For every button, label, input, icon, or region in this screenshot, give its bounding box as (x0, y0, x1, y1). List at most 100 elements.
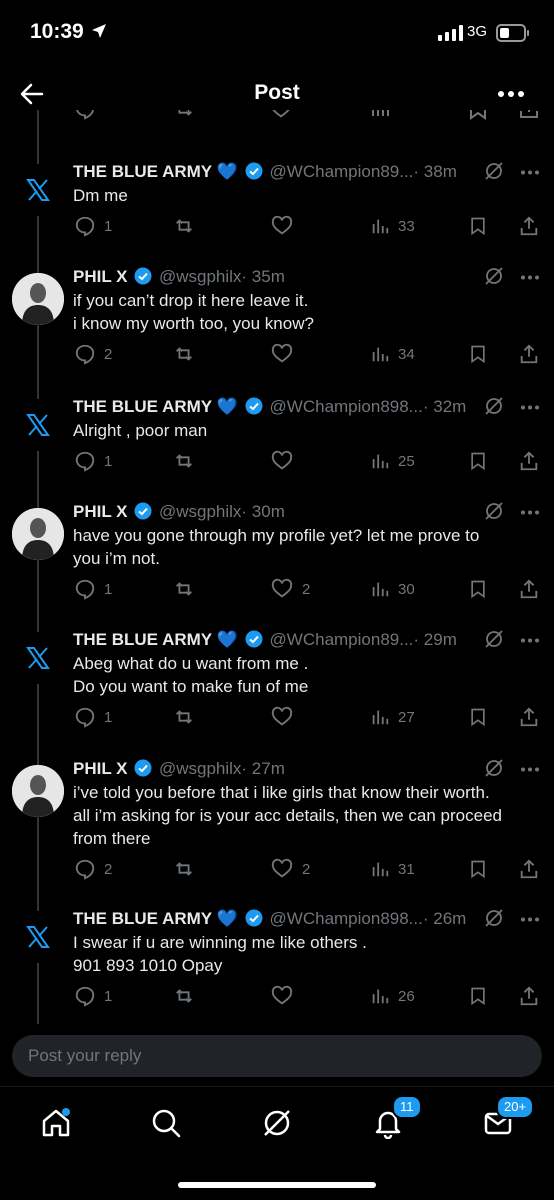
verified-badge-icon (134, 502, 152, 520)
author-handle[interactable]: @WChampion898... (270, 909, 423, 928)
repost-button[interactable] (172, 450, 204, 472)
like-button[interactable] (270, 706, 302, 728)
author-handle[interactable]: @WChampion89... (270, 630, 414, 649)
bookmark-button[interactable] (468, 578, 488, 600)
avatar[interactable] (12, 765, 64, 817)
grok-icon[interactable] (484, 161, 504, 181)
author-name[interactable]: PHIL X (73, 759, 127, 778)
share-button[interactable] (518, 215, 540, 237)
views-icon (372, 862, 389, 877)
bookmark-button[interactable] (468, 215, 488, 237)
bookmark-button[interactable] (468, 343, 488, 365)
more-options-icon[interactable] (520, 405, 540, 410)
bookmark-button[interactable] (468, 706, 488, 728)
more-options-icon[interactable] (520, 917, 540, 922)
tab-grok[interactable] (261, 1107, 293, 1144)
reply-button[interactable]: 1 (74, 706, 112, 728)
like-button[interactable] (270, 343, 302, 365)
author-name[interactable]: THE BLUE ARMY (73, 397, 212, 416)
author-name[interactable]: PHIL X (73, 502, 127, 521)
view-count: 33 (398, 217, 415, 235)
grok-icon[interactable] (484, 266, 504, 286)
views-button[interactable]: 31 (370, 858, 415, 880)
avatar[interactable] (12, 399, 64, 451)
author-handle[interactable]: @wsgphilx (159, 759, 241, 778)
tweet-body: if you can’t drop it here leave it. i kno… (73, 289, 543, 335)
avatar[interactable] (12, 508, 64, 560)
bookmark-button[interactable] (468, 450, 488, 472)
reply-icon[interactable] (74, 110, 96, 120)
more-options-icon[interactable] (497, 90, 525, 98)
more-options-icon[interactable] (520, 275, 540, 280)
reply-button[interactable]: 2 (74, 343, 112, 365)
like-button[interactable] (270, 985, 302, 1007)
author-name[interactable]: PHIL X (73, 267, 127, 286)
share-button[interactable] (518, 343, 540, 365)
reply-button[interactable]: 1 (74, 215, 112, 237)
author-handle[interactable]: @wsgphilx (159, 502, 241, 521)
like-button[interactable]: 2 (270, 858, 310, 880)
repost-button[interactable] (172, 343, 204, 365)
post-time: · 30m (241, 502, 285, 521)
share-icon[interactable] (518, 110, 540, 120)
more-options-icon[interactable] (520, 638, 540, 643)
tab-search[interactable] (150, 1107, 182, 1144)
tweet-header: THE BLUE ARMY 💙 @WChampion89...· 38m (73, 160, 483, 184)
like-button[interactable]: 2 (270, 578, 310, 600)
reply-button[interactable]: 1 (74, 985, 112, 1007)
repost-button[interactable] (172, 858, 204, 880)
like-icon[interactable] (270, 110, 292, 120)
tab-messages[interactable]: 20+ (482, 1095, 535, 1144)
blue-heart-emoji: 💙 (216, 162, 239, 181)
share-button[interactable] (518, 450, 540, 472)
more-options-icon[interactable] (520, 510, 540, 515)
author-handle[interactable]: @WChampion898... (270, 397, 423, 416)
author-handle[interactable]: @WChampion89... (270, 162, 414, 181)
repost-button[interactable] (172, 985, 204, 1007)
tab-home[interactable] (40, 1107, 72, 1144)
repost-button[interactable] (172, 215, 204, 237)
reply-input[interactable]: Post your reply (28, 1046, 141, 1066)
share-button[interactable] (518, 706, 540, 728)
views-button[interactable]: 33 (370, 215, 415, 237)
reply-button[interactable]: 1 (74, 578, 112, 600)
views-button[interactable]: 27 (370, 706, 415, 728)
grok-icon[interactable] (484, 908, 504, 928)
views-button[interactable]: 26 (370, 985, 415, 1007)
share-icon (520, 344, 538, 364)
reply-button[interactable]: 1 (74, 450, 112, 472)
share-button[interactable] (518, 858, 540, 880)
bookmark-button[interactable] (468, 985, 488, 1007)
views-button[interactable]: 25 (370, 450, 415, 472)
view-count: 31 (398, 860, 415, 878)
bookmark-icon[interactable] (468, 110, 488, 120)
avatar[interactable] (12, 164, 64, 216)
repost-icon[interactable] (172, 110, 196, 120)
reply-composer[interactable]: Post your reply (12, 1035, 542, 1077)
author-name[interactable]: THE BLUE ARMY (73, 630, 212, 649)
views-icon[interactable] (370, 110, 390, 118)
grok-icon[interactable] (484, 396, 504, 416)
author-name[interactable]: THE BLUE ARMY (73, 162, 212, 181)
share-button[interactable] (518, 578, 540, 600)
share-button[interactable] (518, 985, 540, 1007)
grok-icon[interactable] (484, 501, 504, 521)
like-button[interactable] (270, 215, 302, 237)
author-name[interactable]: THE BLUE ARMY (73, 909, 212, 928)
bookmark-button[interactable] (468, 858, 488, 880)
avatar[interactable] (12, 273, 64, 325)
more-options-icon[interactable] (520, 767, 540, 772)
avatar[interactable] (12, 911, 64, 963)
views-button[interactable]: 30 (370, 578, 415, 600)
repost-button[interactable] (172, 578, 204, 600)
grok-icon[interactable] (484, 629, 504, 649)
repost-button[interactable] (172, 706, 204, 728)
avatar[interactable] (12, 632, 64, 684)
author-handle[interactable]: @wsgphilx (159, 267, 241, 286)
grok-icon[interactable] (484, 758, 504, 778)
views-button[interactable]: 34 (370, 343, 415, 365)
like-button[interactable] (270, 450, 302, 472)
tab-notifications[interactable]: 11 (372, 1095, 422, 1144)
reply-button[interactable]: 2 (74, 858, 112, 880)
more-options-icon[interactable] (520, 170, 540, 175)
